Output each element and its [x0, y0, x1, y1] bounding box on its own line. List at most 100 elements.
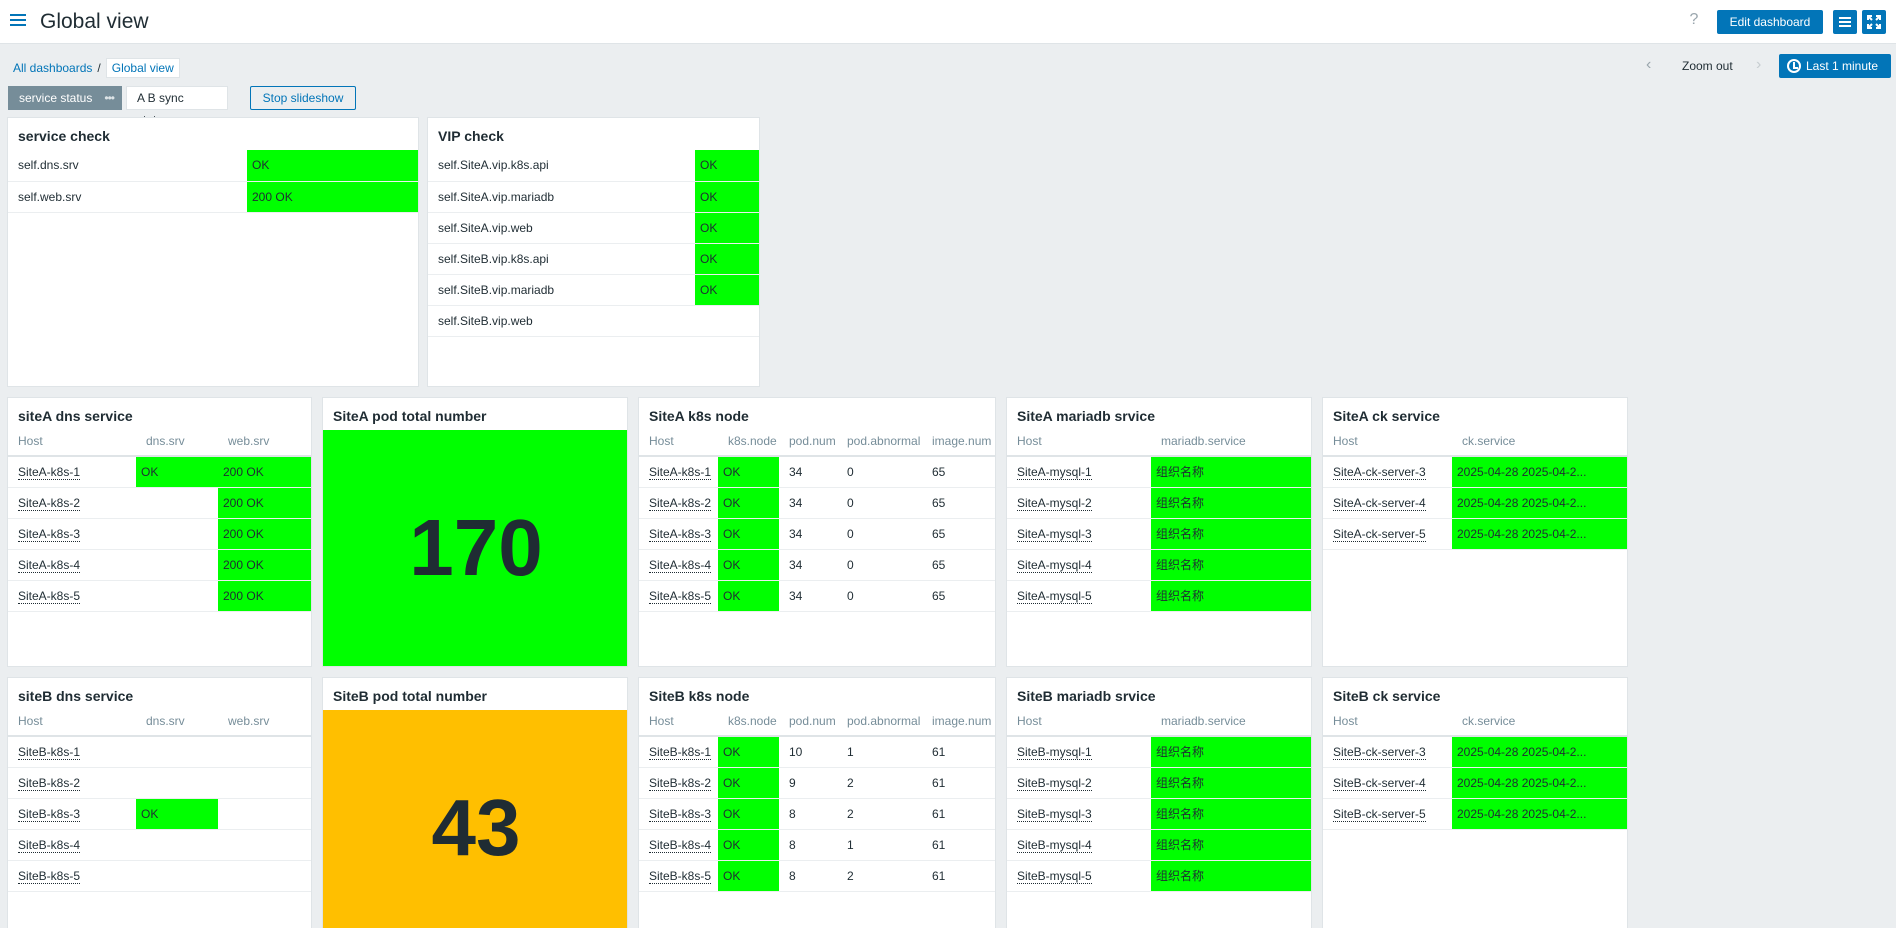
host-link[interactable]: SiteB-k8s-1 — [649, 744, 712, 760]
item-name: self.SiteA.vip.k8s.api — [428, 150, 695, 182]
host-link[interactable]: SiteB-mysql-2 — [1017, 775, 1092, 791]
host-link[interactable]: SiteB-ck-server-3 — [1333, 744, 1426, 760]
widget-title: service check — [18, 128, 110, 144]
host-link[interactable]: SiteA-k8s-4 — [18, 557, 81, 573]
more-icon[interactable]: ••• — [104, 87, 115, 109]
host-link[interactable]: SiteA-k8s-1 — [18, 464, 81, 480]
dns-value — [136, 580, 218, 612]
table-row: self.dns.srv OK — [8, 150, 418, 182]
pod-abnormal: 0 — [837, 549, 922, 581]
table-row: self.SiteA.vip.web OK — [428, 212, 759, 244]
column-header: web.srv — [218, 426, 311, 457]
host-link[interactable]: SiteB-k8s-5 — [649, 868, 712, 884]
host-link[interactable]: SiteB-mysql-1 — [1017, 744, 1092, 760]
edit-dashboard-button[interactable]: Edit dashboard — [1717, 10, 1823, 34]
host-link[interactable]: SiteA-k8s-2 — [649, 495, 712, 511]
breadcrumb: All dashboards / Global view — [13, 58, 180, 78]
pod-abnormal: 0 — [837, 518, 922, 550]
column-header: pod.num — [779, 706, 837, 737]
table-row: SiteA-k8s-5 200 OK — [8, 580, 311, 612]
host-link[interactable]: SiteB-k8s-2 — [649, 775, 712, 791]
table-header: Host dns.srv web.srv — [8, 706, 311, 737]
host-link[interactable]: SiteA-ck-server-4 — [1333, 495, 1426, 511]
host-link[interactable]: SiteB-mysql-3 — [1017, 806, 1092, 822]
zoom-out-button[interactable]: Zoom out — [1682, 59, 1733, 73]
table-row: SiteB-mysql-1 组织名称 — [1007, 736, 1311, 768]
breadcrumb-current[interactable]: Global view — [105, 58, 180, 78]
host-link[interactable]: SiteA-k8s-4 — [649, 557, 712, 573]
table-row: SiteB-mysql-3 组织名称 — [1007, 798, 1311, 830]
siteb-mariadb-table: Host mariadb.service SiteB-mysql-1 组织名称 Si… — [1007, 706, 1311, 892]
host-link[interactable]: SiteA-ck-server-3 — [1333, 464, 1426, 480]
host-link[interactable]: SiteA-mysql-5 — [1017, 588, 1092, 604]
node-status: OK — [718, 549, 779, 581]
host-link[interactable]: SiteA-k8s-1 — [649, 464, 712, 480]
host-link[interactable]: SiteA-k8s-5 — [18, 588, 81, 604]
pod-num: 34 — [779, 487, 837, 519]
dns-value — [136, 829, 218, 861]
table-row: SiteA-ck-server-5 2025-04-28 2025-04-2... — [1323, 518, 1627, 550]
host-link[interactable]: SiteB-k8s-4 — [649, 837, 712, 853]
breadcrumb-all-dashboards[interactable]: All dashboards — [13, 61, 92, 75]
pod-num: 8 — [779, 860, 837, 892]
pod-abnormal: 2 — [837, 860, 922, 892]
column-header: Host — [8, 426, 136, 457]
stop-slideshow-button[interactable]: Stop slideshow — [250, 86, 356, 110]
host-link[interactable]: SiteA-mysql-2 — [1017, 495, 1092, 511]
item-value: OK — [247, 150, 418, 182]
host-link[interactable]: SiteB-mysql-5 — [1017, 868, 1092, 884]
dns-value — [136, 767, 218, 799]
sitea-k8s-table: Host k8s.node pod.num pod.abnormal image.num… — [639, 426, 995, 612]
host-link[interactable]: SiteA-mysql-3 — [1017, 526, 1092, 542]
table-row: self.SiteA.vip.mariadb OK — [428, 181, 759, 213]
table-row: SiteA-k8s-5 OK 34 0 65 — [639, 580, 995, 612]
vip-check-table: self.SiteA.vip.k8s.api OK self.SiteA.vip.… — [428, 150, 759, 337]
service-value: 2025-04-28 2025-04-2... — [1452, 798, 1627, 830]
pod-num: 34 — [779, 549, 837, 581]
column-header: Host — [8, 706, 136, 737]
host-link[interactable]: SiteB-k8s-4 — [18, 837, 81, 853]
host-link[interactable]: SiteA-mysql-1 — [1017, 464, 1092, 480]
pod-num: 8 — [779, 798, 837, 830]
host-link[interactable]: SiteB-ck-server-5 — [1333, 806, 1426, 822]
tab-ab-sync-status[interactable]: A B sync status — [126, 86, 228, 127]
service-value: 组织名称 — [1151, 580, 1311, 612]
table-row: SiteA-mysql-4 组织名称 — [1007, 549, 1311, 581]
vip-check-widget: VIP check self.SiteA.vip.k8s.api OK self.… — [427, 117, 760, 387]
table-row: SiteA-mysql-3 组织名称 — [1007, 518, 1311, 550]
host-link[interactable]: SiteA-k8s-2 — [18, 495, 81, 511]
host-link[interactable]: SiteB-mysql-4 — [1017, 837, 1092, 853]
pod-num: 9 — [779, 767, 837, 799]
time-period-button[interactable]: Last 1 minute — [1779, 54, 1891, 78]
widget-title: SiteB mariadb srvice — [1017, 688, 1156, 704]
fullscreen-button[interactable] — [1862, 10, 1886, 34]
help-icon[interactable]: ? — [1686, 11, 1702, 31]
table-row: SiteA-k8s-4 200 OK — [8, 549, 311, 581]
host-link[interactable]: SiteA-mysql-4 — [1017, 557, 1092, 573]
item-value: OK — [695, 274, 759, 306]
host-link[interactable]: SiteB-k8s-1 — [18, 744, 81, 760]
widget-title: SiteA mariadb srvice — [1017, 408, 1155, 424]
tab-service-status[interactable]: service status ••• — [8, 86, 122, 110]
column-header: image.num — [922, 706, 995, 737]
time-forward-chevron-icon[interactable]: › — [1756, 56, 1761, 74]
host-link[interactable]: SiteA-k8s-5 — [649, 588, 712, 604]
column-header: Host — [1007, 706, 1151, 737]
host-link[interactable]: SiteA-k8s-3 — [649, 526, 712, 542]
host-link[interactable]: SiteB-k8s-3 — [18, 806, 81, 822]
item-value: OK — [695, 243, 759, 275]
host-link[interactable]: SiteB-k8s-2 — [18, 775, 81, 791]
host-link[interactable]: SiteB-k8s-5 — [18, 868, 81, 884]
dashboard-actions-button[interactable] — [1833, 10, 1857, 34]
time-back-chevron-icon[interactable]: ‹ — [1646, 56, 1651, 74]
host-link[interactable]: SiteB-k8s-3 — [649, 806, 712, 822]
hamburger-menu-icon[interactable] — [10, 14, 26, 28]
host-link[interactable]: SiteB-ck-server-4 — [1333, 775, 1426, 791]
sitea-mariadb-table: Host mariadb.service SiteA-mysql-1 组织名称 Si… — [1007, 426, 1311, 612]
table-row: self.SiteB.vip.k8s.api OK — [428, 243, 759, 275]
value-tile: 170 — [323, 430, 627, 666]
host-link[interactable]: SiteA-k8s-3 — [18, 526, 81, 542]
host-link[interactable]: SiteA-ck-server-5 — [1333, 526, 1426, 542]
item-value: OK — [695, 212, 759, 244]
table-row: SiteA-k8s-4 OK 34 0 65 — [639, 549, 995, 581]
